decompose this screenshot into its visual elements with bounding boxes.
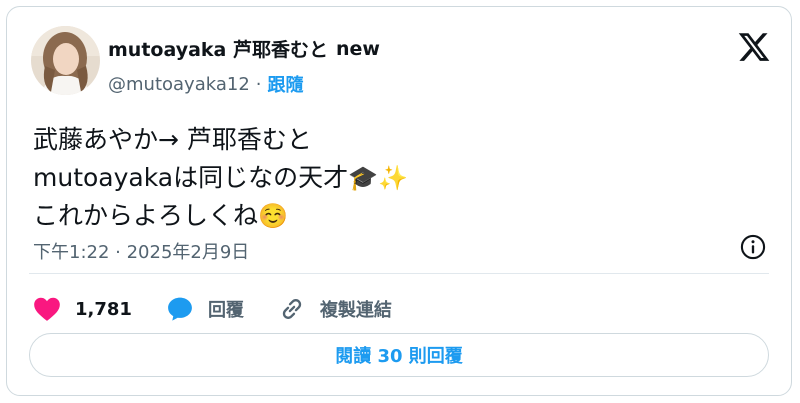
divider bbox=[29, 273, 769, 274]
copy-link-button[interactable]: 複製連結 bbox=[278, 295, 392, 323]
author-handle-row: @mutoayaka12 · 跟隨 bbox=[108, 71, 304, 97]
display-name[interactable]: mutoayaka 芦耶香むと bbox=[108, 35, 328, 62]
tweet-line-3: これからよろしくね bbox=[33, 201, 259, 230]
name-badge: new bbox=[335, 37, 380, 60]
tweet-timestamp[interactable]: 下午1:22 · 2025年2月9日 bbox=[33, 238, 249, 264]
speech-bubble-icon bbox=[168, 297, 192, 321]
copy-link-label: 複製連結 bbox=[319, 300, 392, 321]
like-button[interactable]: 1,781 bbox=[33, 296, 132, 322]
link-icon bbox=[282, 299, 302, 319]
x-logo-icon[interactable] bbox=[737, 30, 771, 64]
tweet-line-1: 武藤あやか→ 芦耶香むと bbox=[33, 125, 312, 154]
tweet-text: 武藤あやか→ 芦耶香むと mutoayakaは同じなの天才🎓✨ これからよろしく… bbox=[33, 121, 408, 235]
reply-button[interactable]: 回覆 bbox=[166, 295, 244, 323]
reply-label: 回覆 bbox=[207, 300, 244, 321]
tweet-line-2: mutoayakaは同じなの天才 bbox=[33, 163, 349, 192]
handle[interactable]: @mutoayaka12 bbox=[108, 74, 250, 95]
tweet-card: mutoayaka 芦耶香むと new @mutoayaka12 · 跟隨 武藤… bbox=[6, 6, 792, 396]
avatar-image bbox=[31, 26, 100, 95]
avatar[interactable] bbox=[31, 26, 100, 95]
read-replies-button[interactable]: 閱讀 30 則回覆 bbox=[29, 333, 769, 377]
like-count: 1,781 bbox=[75, 298, 132, 320]
follow-button[interactable]: 跟隨 bbox=[268, 71, 304, 97]
author-name-row: mutoayaka 芦耶香むと new bbox=[108, 35, 380, 62]
info-icon[interactable] bbox=[739, 233, 767, 261]
smiling-face-emoji: ☺️ bbox=[258, 202, 288, 230]
action-bar: 1,781 回覆 複製連結 bbox=[33, 290, 426, 328]
graduation-cap-sparkles-emoji: 🎓✨ bbox=[348, 164, 408, 192]
separator-dot: · bbox=[255, 73, 262, 95]
heart-icon bbox=[34, 297, 60, 321]
